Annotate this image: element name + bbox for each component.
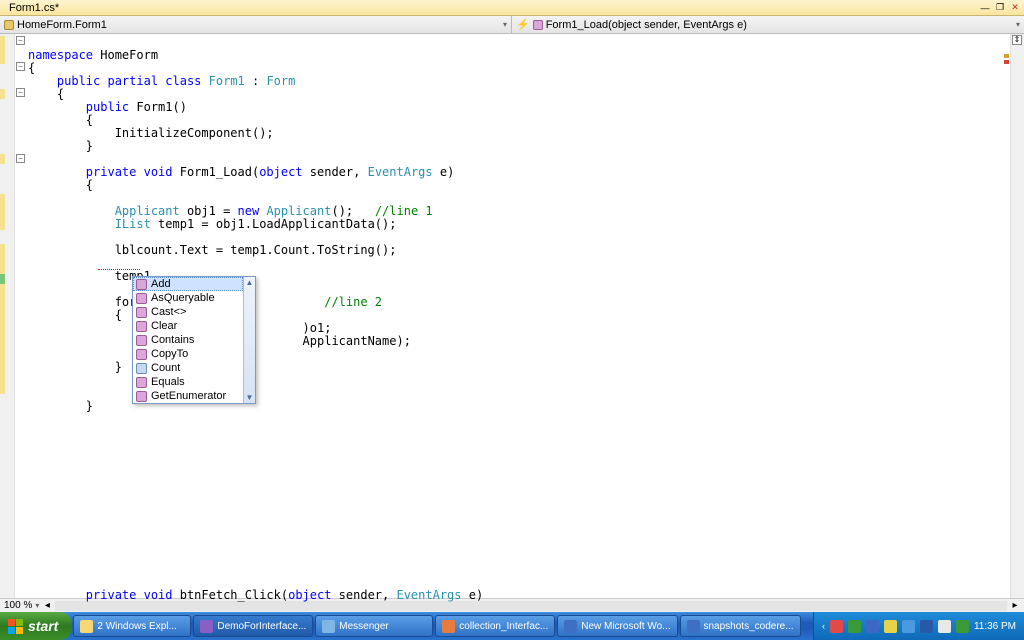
method-icon <box>136 349 147 360</box>
lightning-icon: ⚡ <box>516 18 530 31</box>
scroll-right-icon[interactable]: ▸ <box>1010 600 1020 611</box>
intellisense-item[interactable]: GetEnumerator <box>133 389 243 403</box>
intellisense-item[interactable]: Equals <box>133 375 243 389</box>
method-icon <box>136 279 147 290</box>
intellisense-scrollbar[interactable]: ▲ ▼ <box>243 277 255 403</box>
app-icon <box>687 620 700 633</box>
horizontal-scrollbar[interactable] <box>55 601 1007 611</box>
taskbar-item[interactable]: Messenger <box>315 615 433 637</box>
intellisense-item[interactable]: CopyTo <box>133 347 243 361</box>
tray-icon[interactable] <box>830 620 843 633</box>
intellisense-item[interactable]: Count <box>133 361 243 375</box>
app-icon <box>80 620 93 633</box>
taskbar-item[interactable]: DemoForInterface... <box>193 615 313 637</box>
method-icon <box>533 20 543 30</box>
start-button[interactable]: start <box>0 612 72 640</box>
change-gutter <box>0 34 15 598</box>
tray-icon[interactable] <box>956 620 969 633</box>
tray-icon[interactable] <box>938 620 951 633</box>
app-icon <box>200 620 213 633</box>
collapse-toggle[interactable]: − <box>16 88 25 97</box>
scroll-up-icon[interactable]: ▲ <box>244 277 255 288</box>
app-icon <box>564 620 577 633</box>
method-icon <box>136 321 147 332</box>
document-tab-bar: Form1.cs* — ❐ ✕ <box>0 0 1024 16</box>
collapse-toggle[interactable]: − <box>16 154 25 163</box>
member-name: Form1_Load(object sender, EventArgs e) <box>546 19 747 31</box>
tray-expand-icon[interactable]: ‹ <box>822 621 825 631</box>
intellisense-item[interactable]: Add <box>133 277 243 291</box>
code-truncated: private void btnFetch_Click(object sende… <box>28 589 483 602</box>
windows-logo-icon <box>8 619 23 634</box>
code-editor[interactable]: − − − − namespace HomeForm { public part… <box>0 34 1024 598</box>
system-tray: ‹ 11:36 PM <box>813 612 1024 640</box>
close-icon[interactable]: ✕ <box>1009 2 1021 14</box>
intellisense-item[interactable]: AsQueryable <box>133 291 243 305</box>
dropdown-icon: ▾ <box>1016 20 1020 29</box>
method-icon <box>136 293 147 304</box>
restore-icon[interactable]: ❐ <box>994 2 1006 14</box>
taskbar-item[interactable]: New Microsoft Wo... <box>557 615 677 637</box>
tray-icon[interactable] <box>920 620 933 633</box>
dropdown-icon[interactable]: ▾ <box>35 601 39 610</box>
intellisense-item[interactable]: Contains <box>133 333 243 347</box>
method-icon <box>136 335 147 346</box>
taskbar-item[interactable]: 2 Windows Expl... <box>73 615 191 637</box>
tray-icon[interactable] <box>848 620 861 633</box>
tray-icon[interactable] <box>902 620 915 633</box>
dropdown-icon: ▾ <box>503 20 507 29</box>
taskbar-item[interactable]: snapshots_codere... <box>680 615 801 637</box>
vertical-scrollbar[interactable]: ⇕ <box>1010 34 1024 598</box>
intellisense-popup: Add AsQueryable Cast<> Clear Contains Co… <box>132 276 256 404</box>
minimize-icon[interactable]: — <box>979 2 991 14</box>
tray-icon[interactable] <box>866 620 879 633</box>
app-icon <box>322 620 335 633</box>
error-squiggle <box>98 269 140 270</box>
class-name: HomeForm.Form1 <box>17 19 107 31</box>
intellisense-item[interactable]: Cast<> <box>133 305 243 319</box>
marker-bar <box>1004 34 1010 598</box>
class-icon <box>4 20 14 30</box>
collapse-toggle[interactable]: − <box>16 62 25 71</box>
property-icon <box>136 363 147 374</box>
method-icon <box>136 391 147 402</box>
split-icon[interactable]: ⇕ <box>1012 35 1022 45</box>
member-selector[interactable]: ⚡ Form1_Load(object sender, EventArgs e)… <box>512 16 1024 33</box>
start-label: start <box>28 618 58 634</box>
method-icon <box>136 377 147 388</box>
clock[interactable]: 11:36 PM <box>974 621 1016 632</box>
tab-title: Form1.cs* <box>9 2 59 14</box>
scroll-down-icon[interactable]: ▼ <box>244 392 255 403</box>
class-selector[interactable]: HomeForm.Form1 ▾ <box>0 16 512 33</box>
method-icon <box>136 307 147 318</box>
file-tab[interactable]: Form1.cs* <box>3 2 65 14</box>
intellisense-item[interactable]: Clear <box>133 319 243 333</box>
taskbar: start 2 Windows Expl... DemoForInterface… <box>0 612 1024 640</box>
outlining-margin: − − − − <box>15 34 27 598</box>
taskbar-item[interactable]: collection_Interfac... <box>435 615 555 637</box>
collapse-toggle[interactable]: − <box>16 36 25 45</box>
navigation-bar: HomeForm.Form1 ▾ ⚡ Form1_Load(object sen… <box>0 16 1024 34</box>
tray-icon[interactable] <box>884 620 897 633</box>
app-icon <box>442 620 455 633</box>
intellisense-list[interactable]: Add AsQueryable Cast<> Clear Contains Co… <box>133 277 243 403</box>
window-controls: — ❐ ✕ <box>979 2 1021 14</box>
